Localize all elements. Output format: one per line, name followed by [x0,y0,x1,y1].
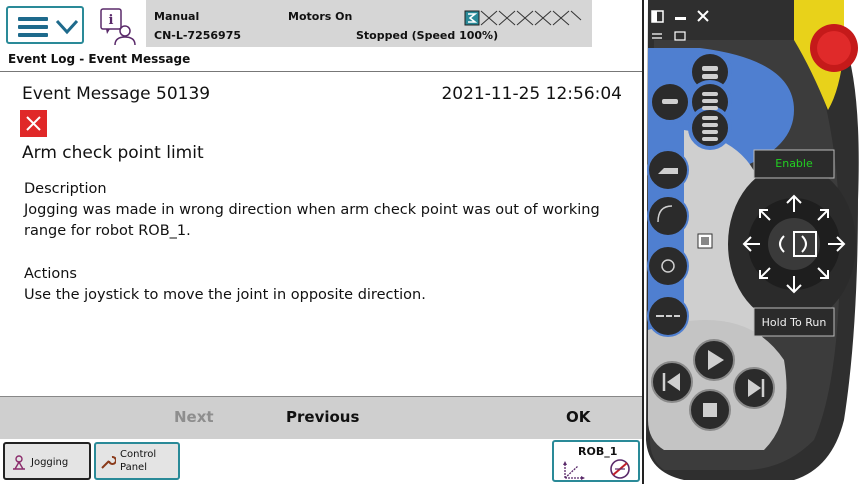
hamburger-icon [18,17,48,37]
status-bar: Manual CN-L-7256975 Motors On Stopped (S… [146,0,592,47]
motors-state: Motors On [288,10,353,23]
quickset-rob1-button[interactable]: ROB_1 [552,440,640,482]
event-message-panel: Event Message 50139 2021-11-25 12:56:04 … [0,72,642,396]
wrench-icon [101,456,116,469]
description-text: Jogging was made in wrong direction when… [24,202,600,239]
breadcrumb: Event Log - Event Message [0,49,642,72]
svg-text:i: i [109,13,114,28]
task-status-icon [464,10,582,26]
pendant-body [646,0,859,480]
enable-button[interactable]: Enable [754,157,834,170]
jogging-task-button[interactable]: Jogging [3,442,91,480]
main-menu-button[interactable] [6,6,84,44]
top-bar: i Manual CN-L-7256975 Motors On Stopped … [0,0,644,49]
actions-label: Actions [24,266,77,282]
control-panel-task-button[interactable]: Control Panel [94,442,180,480]
chevron-down-icon [55,19,79,35]
previous-button[interactable]: Previous [286,408,359,426]
increment-off-icon [610,459,630,479]
ok-button[interactable]: OK [566,408,590,426]
next-button[interactable]: Next [174,408,214,426]
coordinate-icon [563,461,585,480]
command-bar: Next Previous OK [0,396,642,440]
jogging-icon [13,455,25,470]
control-panel-label-1: Control [120,449,157,460]
rob1-label: ROB_1 [578,445,618,458]
event-headline: Arm check point limit [22,143,204,163]
controller-name: CN-L-7256975 [154,29,241,42]
program-state: Stopped (Speed 100%) [356,29,499,42]
event-log-icon[interactable]: i [98,6,138,46]
actions-text: Use the joystick to move the joint in op… [24,287,426,303]
flexpendant-hardware: Enable Hold To Run [644,0,864,484]
operating-mode: Manual [154,10,200,23]
breadcrumb-text: Event Log - Event Message [8,52,191,66]
event-title: Event Message 50139 [22,84,211,104]
error-icon [20,110,47,137]
hold-to-run-button[interactable]: Hold To Run [754,316,834,329]
description-label: Description [24,181,107,197]
event-datetime: 2021-11-25 12:56:04 [441,84,622,104]
taskbar: Jogging Control Panel ROB_1 [0,439,644,484]
control-panel-label-2: Panel [120,462,147,473]
flexpendant-screen: i Manual CN-L-7256975 Motors On Stopped … [0,0,644,484]
jogging-label: Jogging [31,457,69,468]
